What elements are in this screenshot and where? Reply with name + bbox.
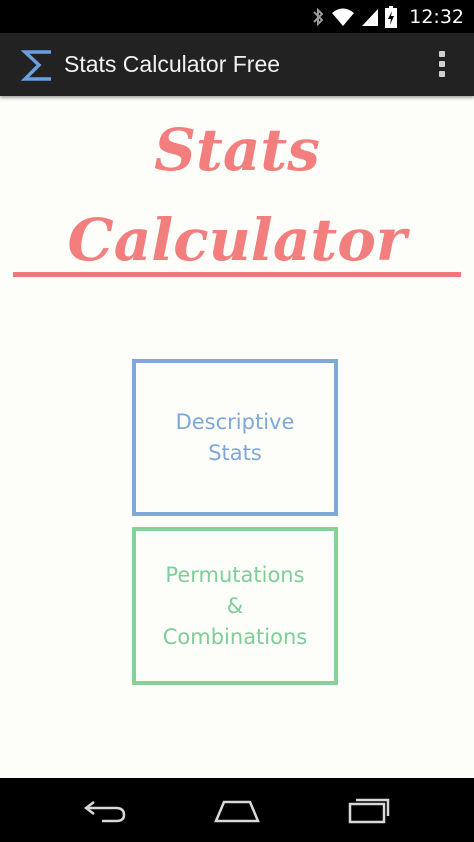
bluetooth-icon bbox=[311, 7, 325, 27]
action-bar: Stats Calculator Free bbox=[0, 33, 474, 96]
overflow-menu-icon[interactable] bbox=[438, 51, 446, 79]
navigation-bar bbox=[0, 778, 474, 842]
home-icon[interactable] bbox=[212, 794, 262, 826]
recent-apps-icon[interactable] bbox=[344, 794, 394, 826]
signal-icon bbox=[361, 7, 379, 27]
battery-charging-icon bbox=[385, 5, 398, 28]
status-bar: 12:32 bbox=[0, 0, 474, 33]
descriptive-stats-button[interactable]: Descriptive Stats bbox=[132, 359, 338, 516]
sigma-icon[interactable] bbox=[20, 47, 56, 83]
descriptive-stats-label: Descriptive Stats bbox=[175, 409, 295, 465]
back-icon[interactable] bbox=[80, 794, 130, 826]
app-title: Stats Calculator Free bbox=[64, 51, 281, 77]
permutations-combinations-label: Permutations & Combinations bbox=[162, 562, 308, 649]
permutations-combinations-button[interactable]: Permutations & Combinations bbox=[132, 527, 338, 685]
status-icons: 12:32 bbox=[311, 0, 464, 33]
hero-divider bbox=[13, 272, 461, 277]
hero-title-line1: Stats bbox=[154, 116, 320, 184]
hero-title: Stats Calculator bbox=[0, 105, 474, 285]
wifi-icon bbox=[331, 7, 355, 27]
status-clock: 12:32 bbox=[409, 5, 464, 28]
